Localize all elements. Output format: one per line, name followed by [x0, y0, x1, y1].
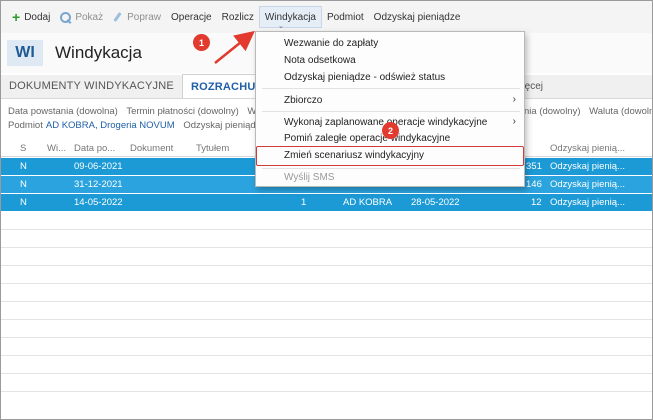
menu-item-interest-note[interactable]: Nota odsetkowa — [284, 55, 356, 66]
filter-line-2: Podmiot AD KOBRA, Drogeria NOVUM Odzyskaj… — [8, 120, 266, 131]
filter-line-1: Data powstania (dowolna) Termin płatnośc… — [8, 106, 262, 117]
cell-date: 31-12-2021 — [74, 179, 123, 190]
cell-amount: 146 — [526, 179, 542, 190]
chevron-down-icon: ⌄ — [278, 23, 284, 30]
row-divider — [1, 319, 652, 320]
cell-entity: AD KOBRA — [343, 197, 393, 208]
cell-number: 1 — [301, 197, 307, 208]
app-window: + Dodaj Pokaż Popraw Operacje Rozlicz Wi… — [0, 0, 653, 420]
col-wi[interactable]: Wi... — [47, 143, 66, 154]
filter-due-date[interactable]: Termin płatności (dowolny) — [126, 106, 238, 117]
filter-entity-value[interactable]: AD KOBRA, Drogeria NOVUM — [46, 120, 175, 131]
row-divider — [1, 391, 652, 392]
add-label: Dodaj — [24, 11, 51, 23]
settle-menu[interactable]: Rozlicz — [217, 6, 259, 28]
filter-entity-label: Podmiot — [8, 120, 43, 131]
row-divider — [1, 373, 652, 374]
step-badge-2: 2 — [382, 122, 399, 139]
filter-partial[interactable]: nia (dowolny) — [524, 106, 581, 117]
filter-created-date[interactable]: Data powstania (dowolna) — [8, 106, 118, 117]
row-divider — [1, 301, 652, 302]
menu-item-bulk[interactable]: Zbiorczo — [284, 95, 322, 106]
row-divider — [1, 229, 652, 230]
entity-menu[interactable]: Podmiot — [322, 6, 369, 28]
tab-documents[interactable]: DOKUMENTY WINDYKACYJNE — [1, 74, 182, 98]
cell-due-date: 28-05-2022 — [411, 197, 460, 208]
menu-divider — [262, 168, 520, 169]
row-divider — [1, 337, 652, 338]
cell-status: Odzyskaj pienią... — [550, 179, 625, 190]
operations-menu[interactable]: Operacje — [166, 6, 217, 28]
col-title[interactable]: Tytułem — [196, 143, 229, 154]
filter-recover[interactable]: Odzyskaj pieniądz — [183, 120, 260, 131]
show-button[interactable]: Pokaż — [55, 6, 108, 28]
collection-menu[interactable]: Windykacja — [258, 6, 322, 28]
col-document[interactable]: Dokument — [130, 143, 173, 154]
cell-amount: 12 — [531, 197, 542, 208]
row-divider — [1, 247, 652, 248]
menu-item-payment-demand[interactable]: Wezwanie do zapłaty — [284, 38, 378, 49]
cell-s: N — [20, 197, 27, 208]
cell-s: N — [20, 179, 27, 190]
menu-item-change-scenario[interactable]: Zmień scenariusz windykacyjny — [284, 150, 424, 161]
row-divider — [1, 355, 652, 356]
fix-button[interactable]: Popraw — [108, 6, 166, 28]
collection-dropdown-menu: Wezwanie do zapłaty Nota odsetkowa Odzys… — [255, 31, 525, 187]
module-badge: WI — [7, 40, 43, 66]
col-date[interactable]: Data po... — [74, 143, 115, 154]
filter-line-1-right: nia (dowolny) Waluta (dowolna) — [524, 106, 652, 117]
plus-icon: + — [12, 9, 21, 25]
cell-amount: 351 — [526, 161, 542, 172]
col-s[interactable]: S — [20, 143, 26, 154]
menu-divider — [262, 111, 520, 112]
fix-label: Popraw — [127, 11, 162, 23]
cell-s: N — [20, 161, 27, 172]
add-button[interactable]: + Dodaj — [7, 6, 55, 28]
menu-item-send-sms: Wyślij SMS — [284, 172, 335, 183]
cell-status: Odzyskaj pienią... — [550, 161, 625, 172]
page-title: Windykacja — [55, 43, 142, 62]
menu-item-skip-overdue[interactable]: Pomiń zaległe operacje windykacyjne — [284, 133, 450, 144]
row-divider — [1, 265, 652, 266]
row-divider — [1, 283, 652, 284]
cell-date: 09-06-2021 — [74, 161, 123, 172]
toolbar: + Dodaj Pokaż Popraw Operacje Rozlicz Wi… — [1, 1, 652, 33]
col-recover[interactable]: Odzyskaj pienią... — [550, 143, 625, 154]
chevron-right-icon: › — [512, 94, 516, 105]
step-badge-1: 1 — [193, 34, 210, 51]
menu-divider — [262, 88, 520, 89]
show-label: Pokaż — [75, 11, 104, 23]
recover-menu[interactable]: Odzyskaj pieniądze — [369, 6, 466, 28]
search-icon — [60, 11, 72, 23]
filter-currency[interactable]: Waluta (dowolna) — [589, 106, 652, 117]
cell-date: 14-05-2022 — [74, 197, 123, 208]
brush-icon — [113, 12, 123, 22]
menu-item-refresh-status[interactable]: Odzyskaj pieniądze - odśwież status — [284, 72, 445, 83]
chevron-right-icon: › — [512, 116, 516, 127]
cell-status: Odzyskaj pienią... — [550, 197, 625, 208]
table-row[interactable]: N 14-05-2022 1 AD KOBRA 28-05-2022 12 Od… — [1, 194, 652, 211]
